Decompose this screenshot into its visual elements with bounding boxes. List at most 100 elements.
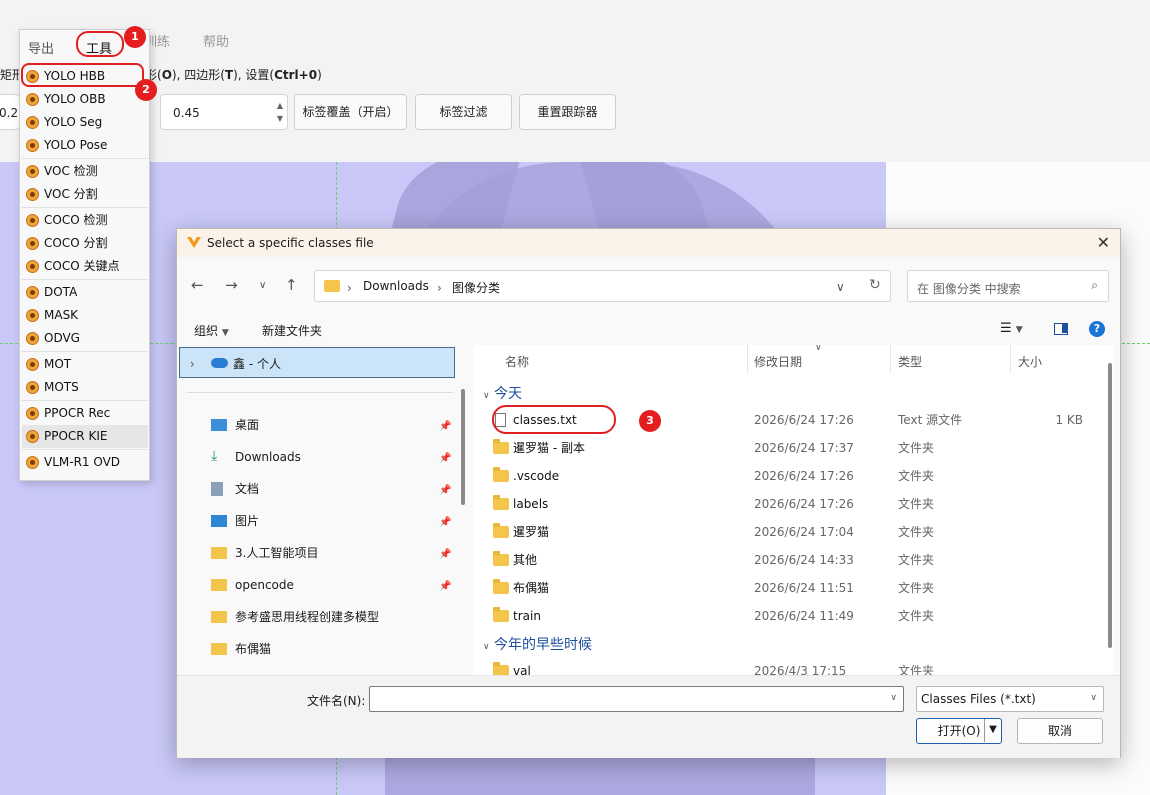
menu-separator [22,400,148,401]
menu-item-odvg[interactable]: ODVG [22,327,148,350]
menu-export[interactable]: 导出 [28,38,54,57]
new-folder-button[interactable]: 新建文件夹 [262,322,322,339]
cloud-icon [211,358,228,368]
iou-spinbox[interactable]: 0.45 ▲ ▼ [160,94,288,130]
nav-item-label: 鑫 - 个人 [233,357,281,371]
pictures-icon [211,515,227,527]
command-bar: 组织 ▼ 新建文件夹 ☰ ▼ ? [177,317,1120,343]
breadcrumb-downloads[interactable]: Downloads [363,279,429,293]
column-divider[interactable] [890,345,891,373]
column-header-name[interactable]: 名称 [505,353,529,370]
label-filter-button[interactable]: 标签过滤 [415,94,512,130]
menu-item-yolo-seg[interactable]: YOLO Seg [22,111,148,134]
app-logo-icon [187,237,201,248]
group-earlier-this-year[interactable]: ∨ 今年的早些时候 [483,634,592,654]
folder-row[interactable]: .vscode 2026/6/24 17:26 文件夹 [473,462,1103,490]
expand-chevron-icon[interactable]: › [190,357,195,371]
menu-item-mot[interactable]: MOT [22,353,148,376]
search-box[interactable]: 在 图像分类 中搜索 ⌕ [907,270,1109,302]
menu-separator [22,158,148,159]
menu-separator [22,279,148,280]
file-type-select[interactable]: Classes Files (*.txt) ∨ [916,686,1104,712]
folder-row[interactable]: 其他 2026/6/24 14:33 文件夹 [473,546,1103,574]
menu-item-coco-seg[interactable]: COCO 分割 [22,232,148,255]
column-divider[interactable] [1010,345,1011,373]
confidence-spinbox[interactable]: 0.25 [0,94,26,130]
export-icon [26,407,39,420]
folder-row[interactable]: 暹罗猫 2026/6/24 17:04 文件夹 [473,518,1103,546]
folder-icon [211,579,227,591]
spin-arrows-icon[interactable]: ▲ ▼ [277,99,283,125]
forward-arrow-icon[interactable]: → [225,276,238,294]
menu-item-ppocr-rec[interactable]: PPOCR Rec [22,402,148,425]
menu-item-mots[interactable]: MOTS [22,376,148,399]
pin-icon[interactable]: 📌 [439,517,451,528]
nav-scrollbar[interactable] [461,389,465,505]
pin-icon[interactable]: 📌 [439,485,451,496]
menu-item-ppocr-kie[interactable]: PPOCR KIE [22,425,148,448]
open-split-arrow-icon[interactable]: ▼ [984,719,1001,742]
menu-item-vlm-r1-ovd[interactable]: VLM-R1 OVD [22,451,148,474]
group-today[interactable]: ∨ 今天 [483,383,522,403]
column-header-size[interactable]: 大小 [1018,353,1042,370]
menu-help[interactable]: 帮助 [203,31,229,50]
up-arrow-icon[interactable]: ↑ [285,276,298,294]
annotation-circle-classes-txt [492,405,616,434]
breadcrumb-separator-icon: › [347,281,352,295]
navigation-pane: › 鑫 - 个人 桌面 📌 ⤓ Downloads 📌 文档 📌 图片 📌 3.人… [177,345,467,675]
folder-row[interactable]: train 2026/6/24 11:49 文件夹 [473,602,1103,630]
pin-icon[interactable]: 📌 [439,549,451,560]
folder-icon [493,467,509,482]
menu-separator [22,207,148,208]
menu-item-coco-detect[interactable]: COCO 检测 [22,209,148,232]
filename-dropdown-icon[interactable]: ∨ [890,693,897,703]
pin-icon[interactable]: 📌 [439,453,451,464]
menu-item-voc-seg[interactable]: VOC 分割 [22,183,148,206]
cancel-button[interactable]: 取消 [1017,718,1103,744]
menu-separator [22,351,148,352]
filename-input[interactable]: ∨ [369,686,904,712]
menu-item-coco-keypoints[interactable]: COCO 关键点 [22,255,148,278]
breadcrumb-current[interactable]: 图像分类 [452,279,500,296]
column-divider[interactable] [747,345,748,373]
organize-button[interactable]: 组织 ▼ [194,322,229,339]
folder-row[interactable]: 暹罗猫 - 副本 2026/6/24 17:37 文件夹 [473,434,1103,462]
folder-row[interactable]: val 2026/4/3 17:15 文件夹 [473,657,1103,675]
open-button[interactable]: 打开(O) ▼ [916,718,1002,744]
label-cover-button[interactable]: 标签覆盖（开启） [294,94,407,130]
sort-indicator-icon: ∨ [815,345,822,353]
menu-item-yolo-pose[interactable]: YOLO Pose [22,134,148,157]
menu-item-dota[interactable]: DOTA [22,281,148,304]
refresh-icon[interactable]: ↻ [869,277,881,293]
annotation-step-3: 3 [639,410,661,432]
pin-icon[interactable]: 📌 [439,421,451,432]
reset-tracker-button[interactable]: 重置跟踪器 [519,94,616,130]
column-header-date[interactable]: 修改日期 [754,353,802,370]
recent-chevron-icon[interactable]: ∨ [259,280,266,291]
export-icon [26,309,39,322]
nav-row: ← → ∨ ↑ › Downloads › 图像分类 ∨ ↻ 在 图像分类 中搜… [177,269,1120,303]
folder-row[interactable]: labels 2026/6/24 17:26 文件夹 [473,490,1103,518]
nav-divider [187,392,453,393]
preview-pane-icon[interactable] [1054,323,1068,335]
menu-item-mask[interactable]: MASK [22,304,148,327]
pin-icon[interactable]: 📌 [439,581,451,592]
help-icon[interactable]: ? [1089,321,1105,337]
search-icon[interactable]: ⌕ [1091,278,1098,293]
close-icon[interactable]: ✕ [1097,233,1110,252]
folder-icon [211,643,227,655]
file-list: 名称 ∨ 修改日期 类型 大小 ∨ 今天 classes.txt 2026/6/2… [473,345,1113,675]
address-bar[interactable]: › Downloads › 图像分类 ∨ ↻ [314,270,891,302]
export-icon [26,116,39,129]
export-icon [26,332,39,345]
back-arrow-icon[interactable]: ← [191,276,204,294]
folder-row[interactable]: 布偶猫 2026/6/24 11:51 文件夹 [473,574,1103,602]
view-options-icon[interactable]: ☰ ▼ [1000,321,1023,336]
nav-item-onedrive[interactable]: › 鑫 - 个人 [179,347,455,378]
column-header-type[interactable]: 类型 [898,353,922,370]
file-list-scrollbar[interactable] [1108,363,1112,648]
menu-item-yolo-obb[interactable]: YOLO OBB [22,88,148,111]
export-icon [26,381,39,394]
menu-item-voc-detect[interactable]: VOC 检测 [22,160,148,183]
address-dropdown-icon[interactable]: ∨ [836,280,845,294]
